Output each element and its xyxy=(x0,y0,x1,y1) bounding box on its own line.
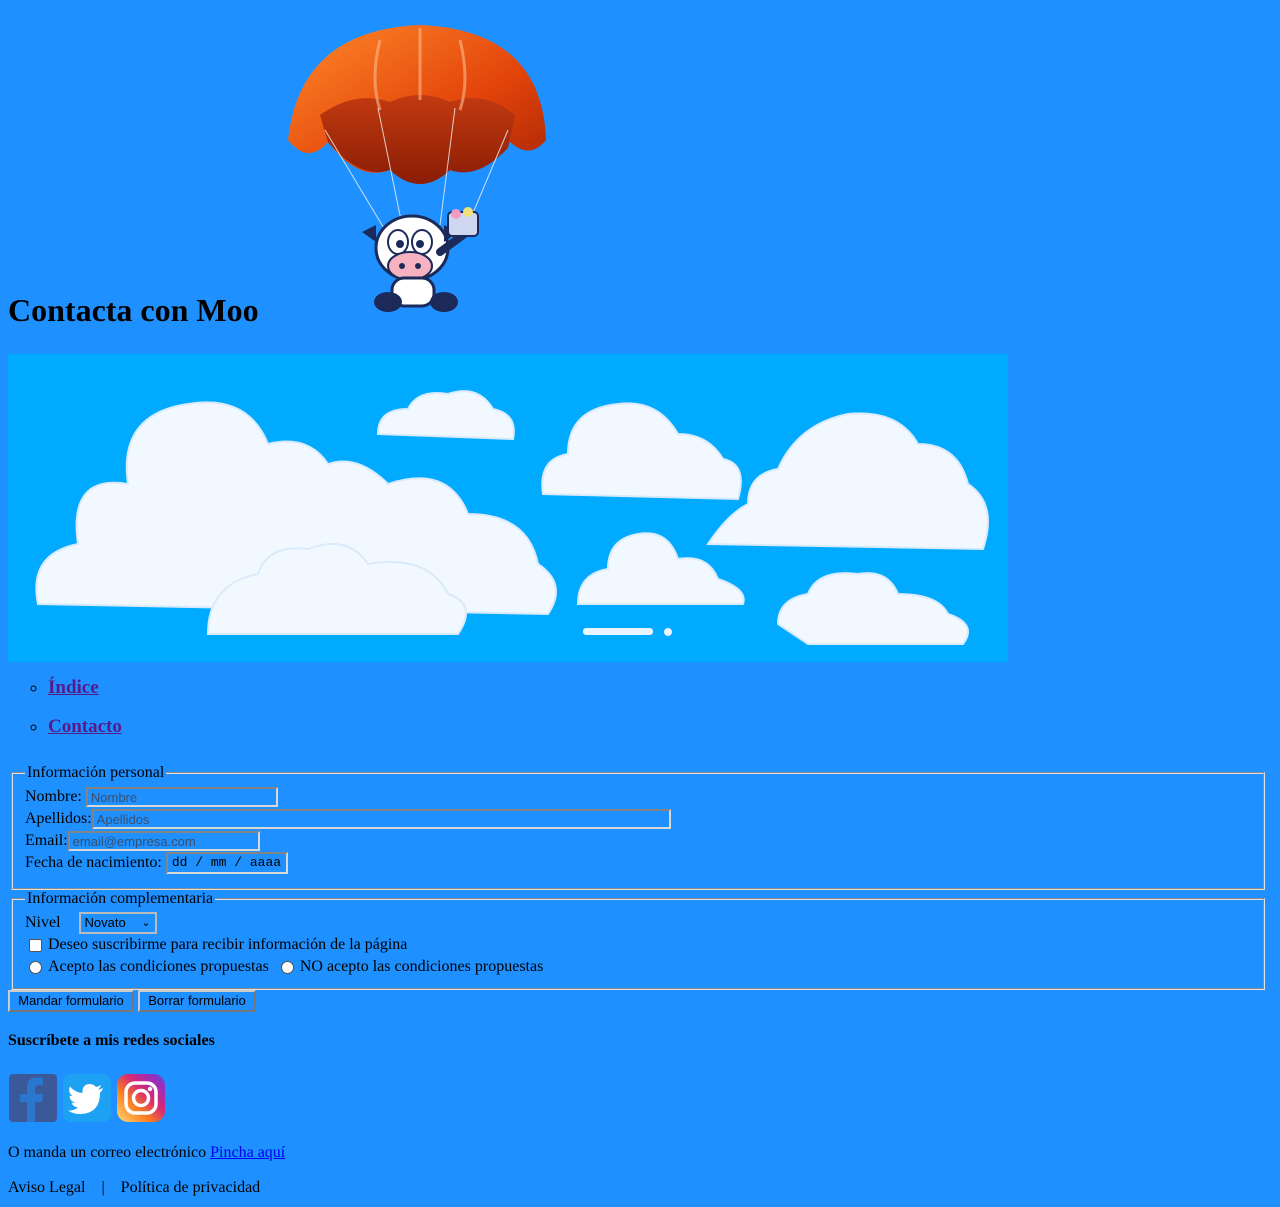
accept-radio[interactable] xyxy=(29,960,42,974)
main-nav: Índice Contacto xyxy=(0,676,122,754)
page-title: Contacta con Moo xyxy=(8,292,259,328)
mail-line: O manda un correo electrónico Pincha aqu… xyxy=(8,1144,285,1162)
email-row: Email: xyxy=(25,830,1251,852)
legal-link[interactable]: Aviso Legal xyxy=(8,1179,85,1196)
email-label: Email: xyxy=(25,832,68,849)
nombre-input[interactable] xyxy=(85,787,278,808)
fecha-row: Fecha de nacimiento: dd / mm / aaaa xyxy=(25,852,1251,875)
reject-radio[interactable] xyxy=(280,960,294,974)
nivel-select[interactable]: Novato ⌄ xyxy=(78,912,157,935)
nav-item-contacto: Contacto xyxy=(48,715,122,739)
nombre-row: Nombre: xyxy=(25,786,1251,808)
nivel-selected-value: Novato xyxy=(84,915,126,931)
apellidos-row: Apellidos: xyxy=(25,808,1251,830)
apellidos-input[interactable] xyxy=(91,809,671,830)
personal-info-legend: Información personal xyxy=(27,764,165,781)
subscribe-row: Deseo suscribirme para recibir informaci… xyxy=(25,934,1251,956)
header: Contacta con Moo xyxy=(0,0,1280,340)
subscribe-label: Deseo suscribirme para recibir informaci… xyxy=(48,936,408,953)
sky-clouds-banner xyxy=(8,354,1008,662)
apellidos-label: Apellidos: xyxy=(25,810,92,827)
personal-info-fieldset: Información personal Nombre: Apellidos: … xyxy=(11,764,1265,890)
nav-link-indice[interactable]: Índice xyxy=(48,677,99,698)
submit-button[interactable]: Mandar formulario xyxy=(8,990,134,1012)
footer: Aviso Legal | Política de privacidad xyxy=(8,1179,260,1197)
reject-label: NO acepto las condiciones propuestas xyxy=(299,958,544,975)
reset-button[interactable]: Borrar formulario xyxy=(138,990,256,1012)
nav-link-contacto[interactable]: Contacto xyxy=(48,716,122,737)
parachute-cow-logo xyxy=(288,25,546,312)
nombre-label: Nombre: xyxy=(25,788,82,805)
footer-separator: | xyxy=(101,1179,105,1196)
mail-link[interactable]: Pincha aquí xyxy=(210,1144,285,1161)
twitter-icon[interactable] xyxy=(63,1074,111,1122)
fecha-input[interactable]: dd / mm / aaaa xyxy=(165,852,288,875)
conditions-row: Acepto las condiciones propuestas NO ace… xyxy=(25,956,1251,978)
instagram-icon[interactable] xyxy=(117,1074,165,1122)
nivel-row: Nivel Novato ⌄ xyxy=(25,912,1251,935)
chevron-down-icon: ⌄ xyxy=(141,917,151,930)
privacy-link[interactable]: Política de privacidad xyxy=(121,1179,261,1196)
facebook-icon[interactable] xyxy=(9,1074,57,1122)
nav-item-indice: Índice xyxy=(48,676,122,700)
nivel-label: Nivel xyxy=(25,914,61,931)
mail-text: O manda un correo electrónico xyxy=(8,1144,211,1161)
complementary-info-legend: Información complementaria xyxy=(27,890,214,907)
social-title: Suscríbete a mis redes sociales xyxy=(8,1032,215,1049)
fecha-label: Fecha de nacimiento: xyxy=(25,854,162,871)
email-input[interactable] xyxy=(67,831,260,852)
accept-label: Acepto las condiciones propuestas xyxy=(48,958,269,975)
subscribe-checkbox[interactable] xyxy=(29,938,42,952)
complementary-info-fieldset: Información complementaria Nivel Novato … xyxy=(11,890,1265,990)
